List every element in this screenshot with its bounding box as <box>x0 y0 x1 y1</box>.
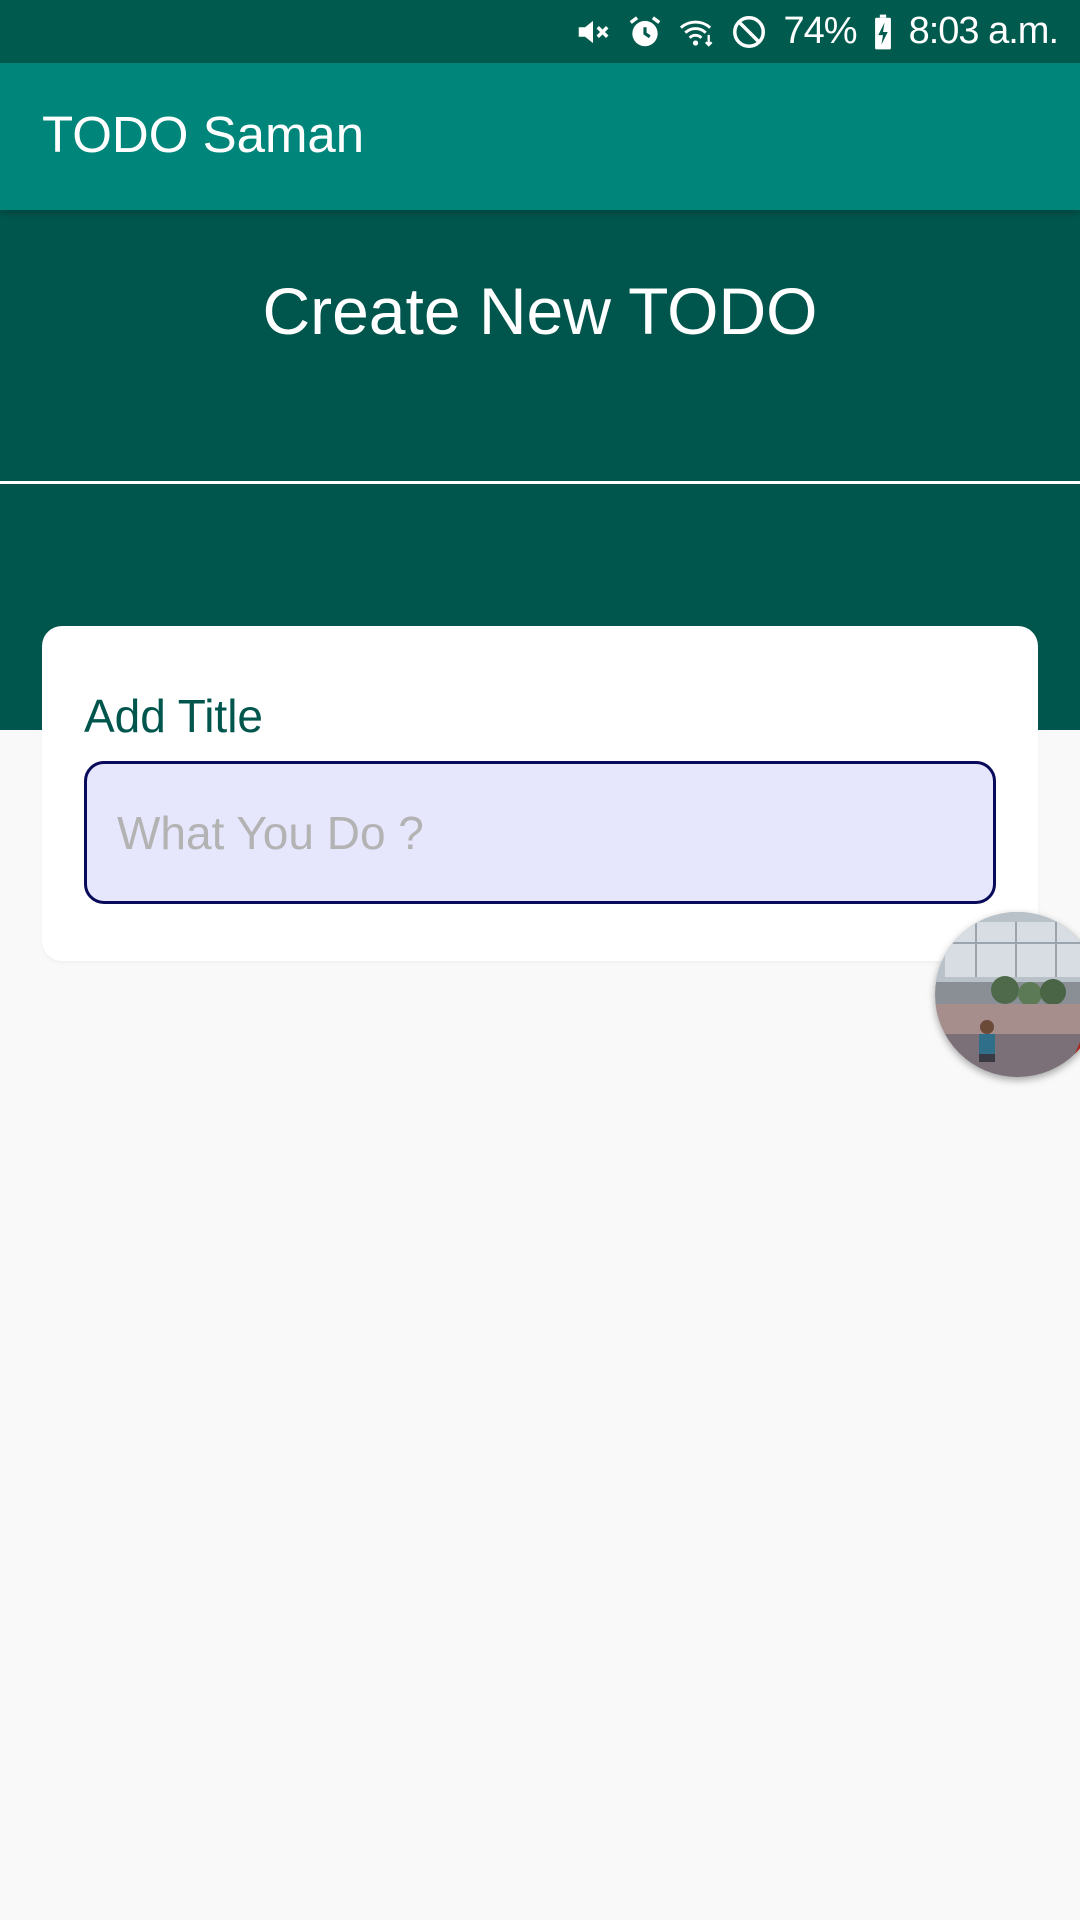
page-title: Create New TODO <box>262 274 818 348</box>
battery-percent: 74% <box>783 10 858 52</box>
header-divider <box>0 481 1080 484</box>
title-input[interactable] <box>84 761 996 904</box>
alarm-icon <box>626 13 664 51</box>
mute-icon <box>574 13 612 51</box>
title-card: Add Title <box>42 626 1038 961</box>
wifi-icon <box>678 13 716 51</box>
title-field-label: Add Title <box>84 690 263 742</box>
battery-charging-icon <box>871 13 895 51</box>
app-bar: TODO Saman <box>0 63 1080 210</box>
do-not-disturb-icon <box>730 13 768 51</box>
app-title: TODO Saman <box>42 106 365 163</box>
chat-head-avatar-icon[interactable] <box>935 912 1080 1077</box>
status-bar: 74% 8:03 a.m. <box>0 0 1080 63</box>
status-clock: 8:03 a.m. <box>908 10 1059 52</box>
